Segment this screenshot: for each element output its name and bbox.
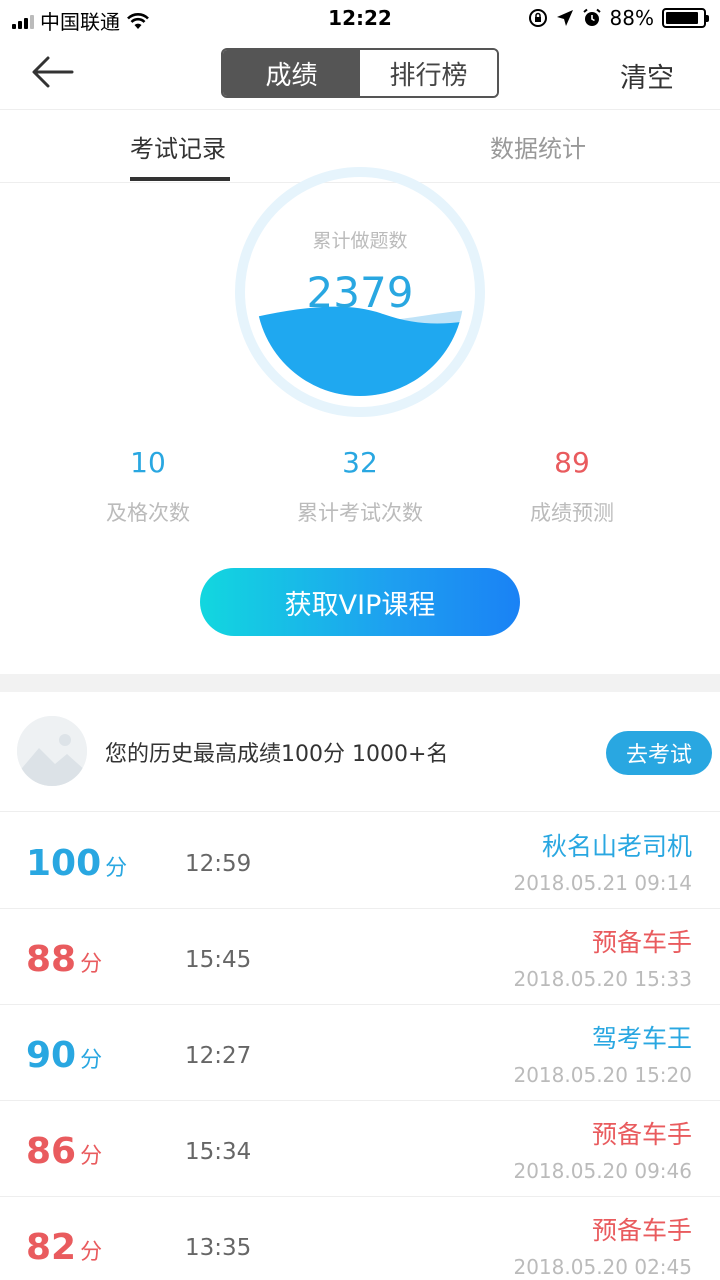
record-score: 88 分 xyxy=(26,939,102,980)
stat-value: 10 xyxy=(130,446,166,479)
record-score-value: 86 xyxy=(26,1131,77,1172)
record-score-value: 90 xyxy=(26,1035,77,1076)
tab-data-stats[interactable]: 数据统计 xyxy=(490,129,586,164)
record-score: 90 分 xyxy=(26,1035,102,1076)
record-date: 2018.05.20 09:46 xyxy=(513,1159,692,1183)
record-score-value: 88 xyxy=(26,939,77,980)
total-questions-value: 2379 xyxy=(306,268,414,317)
record-title: 预备车手 xyxy=(591,1120,692,1149)
status-right: 88% xyxy=(528,6,709,30)
record-score-value: 100 xyxy=(26,843,102,884)
total-questions-label: 累计做题数 xyxy=(312,230,408,252)
record-score-unit: 分 xyxy=(80,952,103,977)
location-icon xyxy=(556,10,573,26)
record-row[interactable]: 86 分 15:34 预备车手 2018.05.20 09:46 xyxy=(0,1101,720,1197)
orientation-lock-icon xyxy=(528,9,547,27)
clear-button[interactable]: 清空 xyxy=(620,56,674,95)
stat-value: 32 xyxy=(342,446,378,479)
status-bar: 中国联通 12:22 88% xyxy=(0,0,720,38)
record-score: 86 分 xyxy=(26,1131,102,1172)
avatar xyxy=(17,716,87,786)
segment-control: 成绩 排行榜 xyxy=(221,48,499,98)
nav-bar: 成绩 排行榜 清空 xyxy=(0,38,720,110)
battery-icon xyxy=(662,8,709,28)
back-arrow-icon xyxy=(32,56,74,88)
tab-exam-records[interactable]: 考试记录 xyxy=(130,129,226,164)
stat-exam-count: 32 累计考试次数 xyxy=(240,446,480,527)
record-score-value: 82 xyxy=(26,1227,77,1268)
record-date: 2018.05.20 02:45 xyxy=(513,1255,692,1279)
record-row[interactable]: 82 分 13:35 预备车手 2018.05.20 02:45 xyxy=(0,1197,720,1280)
back-button[interactable] xyxy=(30,52,76,92)
record-duration: 15:34 xyxy=(185,1139,252,1165)
record-date: 2018.05.20 15:33 xyxy=(513,967,692,991)
active-tab-indicator xyxy=(130,177,230,181)
record-duration: 13:35 xyxy=(185,1235,252,1261)
record-score-unit: 分 xyxy=(80,1144,103,1169)
section-divider xyxy=(0,674,720,692)
go-exam-button[interactable]: 去考试 xyxy=(606,731,712,775)
record-row[interactable]: 100 分 12:59 秋名山老司机 2018.05.21 09:14 xyxy=(0,813,720,909)
record-row[interactable]: 90 分 12:27 驾考车王 2018.05.20 15:20 xyxy=(0,1005,720,1101)
record-duration: 15:45 xyxy=(185,947,252,973)
alarm-icon xyxy=(582,8,601,26)
best-score-text: 您的历史最高成绩100分 1000+名 xyxy=(105,742,449,767)
best-score-row: 您的历史最高成绩100分 1000+名 去考试 xyxy=(0,692,720,812)
get-vip-button[interactable]: 获取VIP课程 xyxy=(200,568,520,636)
record-score-unit: 分 xyxy=(80,1240,103,1265)
record-date: 2018.05.21 09:14 xyxy=(513,871,692,895)
record-row[interactable]: 88 分 15:45 预备车手 2018.05.20 15:33 xyxy=(0,909,720,1005)
record-duration: 12:59 xyxy=(185,851,252,877)
battery-percent: 88% xyxy=(609,6,654,30)
record-title: 驾考车王 xyxy=(591,1024,692,1053)
record-score-unit: 分 xyxy=(80,1048,103,1073)
record-duration: 12:27 xyxy=(185,1043,252,1069)
record-title: 预备车手 xyxy=(591,1216,692,1245)
stat-pass-count: 10 及格次数 xyxy=(28,446,268,527)
record-date: 2018.05.20 15:20 xyxy=(513,1063,692,1087)
tab-scores[interactable]: 成绩 xyxy=(223,50,360,96)
tab-rank[interactable]: 排行榜 xyxy=(360,50,497,96)
battery-fill xyxy=(666,12,698,24)
record-title: 预备车手 xyxy=(591,928,692,957)
record-score-unit: 分 xyxy=(105,856,128,881)
stat-label: 及格次数 xyxy=(106,501,190,525)
stat-value: 89 xyxy=(554,446,590,479)
stat-score-prediction: 89 成绩预测 xyxy=(452,446,692,527)
stat-label: 累计考试次数 xyxy=(297,501,423,525)
record-score: 82 分 xyxy=(26,1227,102,1268)
record-title: 秋名山老司机 xyxy=(541,832,692,861)
image-placeholder-icon xyxy=(17,716,87,786)
stat-label: 成绩预测 xyxy=(530,501,614,525)
record-score: 100 分 xyxy=(26,843,127,884)
